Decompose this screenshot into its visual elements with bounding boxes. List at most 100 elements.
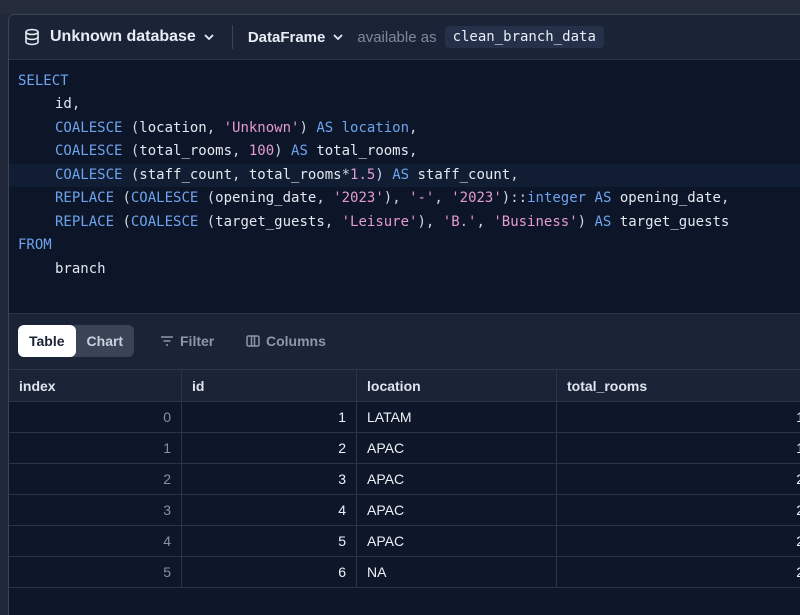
database-label: Unknown database — [50, 28, 196, 45]
cell-location: NA — [357, 557, 557, 587]
cell-header: Unknown database DataFrame available as … — [9, 15, 800, 60]
cell-total-rooms: 2 — [557, 557, 800, 587]
table-row: 1 2 APAC 1 — [9, 433, 800, 464]
cell-id: 3 — [182, 464, 357, 494]
columns-icon — [245, 333, 261, 349]
code-token: ), — [383, 190, 410, 206]
code-token: ( — [114, 214, 131, 230]
code-token: ) — [299, 120, 317, 136]
code-token: , — [434, 190, 452, 206]
code-token: REPLACE — [55, 190, 115, 206]
cell-location: APAC — [357, 526, 557, 556]
cell-id: 5 — [182, 526, 357, 556]
code-token: ) — [274, 143, 292, 159]
code-token: total_rooms — [139, 143, 233, 159]
code-token: COALESCE — [55, 143, 123, 159]
code-token: , — [720, 190, 730, 206]
table-row: 2 3 APAC 2 — [9, 464, 800, 495]
code-token: ( — [198, 190, 216, 206]
database-icon — [23, 28, 41, 46]
cell-total-rooms-value: 2 — [796, 533, 800, 549]
code-token: 100 — [248, 143, 275, 159]
code-token: integer — [527, 190, 587, 206]
code-token: AS — [594, 214, 612, 230]
code-line: id, — [9, 93, 800, 116]
cell-total-rooms-value: 2 — [796, 471, 800, 487]
code-token: , — [232, 143, 249, 159]
output-type-select[interactable]: DataFrame — [248, 29, 346, 46]
code-line: COALESCE (staff_count, total_rooms*1.5) … — [9, 164, 800, 187]
filter-icon — [159, 333, 175, 349]
code-token: FROM — [18, 237, 52, 253]
tab-table[interactable]: Table — [18, 325, 76, 357]
code-token: ( — [122, 120, 140, 136]
column-header-id[interactable]: id — [182, 370, 357, 401]
table-row: 4 5 APAC 2 — [9, 526, 800, 557]
cell-index: 0 — [9, 402, 182, 432]
code-token: ( — [122, 167, 140, 183]
code-token: , — [316, 190, 334, 206]
results-table: index id location total_rooms 0 1 LATAM … — [9, 370, 800, 588]
table-header-row: index id location total_rooms — [9, 370, 800, 402]
cell-total-rooms-value: 2 — [796, 502, 800, 518]
code-token: , — [409, 143, 418, 159]
cell-total-rooms: 1 — [557, 402, 800, 432]
column-header-total-rooms[interactable]: total_rooms — [557, 370, 800, 401]
cell-location: APAC — [357, 495, 557, 525]
output-type-label: DataFrame — [247, 28, 326, 46]
filter-button[interactable]: Filter — [159, 325, 214, 357]
filter-label: Filter — [180, 333, 215, 349]
view-toggle: Table Chart — [18, 325, 135, 357]
code-token: location — [139, 120, 207, 136]
code-token: * — [341, 167, 351, 183]
cell-index: 4 — [9, 526, 182, 556]
available-as-text: available as — [357, 28, 437, 46]
code-token: 'Unknown' — [223, 120, 300, 136]
column-header-index[interactable]: index — [9, 370, 182, 401]
code-token: ( — [198, 214, 216, 230]
code-token: target_guests — [215, 214, 325, 230]
top-strip — [0, 0, 800, 14]
code-token: COALESCE — [55, 167, 123, 183]
code-token: opening_date — [611, 190, 721, 206]
code-token: 'B.' — [442, 214, 477, 230]
cell-index: 2 — [9, 464, 182, 494]
code-token: staff_count — [139, 167, 233, 183]
tab-chart[interactable]: Chart — [76, 325, 135, 357]
code-token: , — [71, 96, 81, 112]
code-token: 'Leisure' — [341, 214, 418, 230]
cell-location: APAC — [357, 464, 557, 494]
code-token: COALESCE — [130, 190, 199, 206]
code-editor[interactable]: SELECT id, COALESCE (location, 'Unknown'… — [9, 60, 800, 314]
code-token: ( — [122, 143, 140, 159]
cell-location: LATAM — [357, 402, 557, 432]
code-token: total_rooms — [307, 143, 410, 159]
variable-name-input[interactable]: clean_branch_data — [444, 26, 604, 48]
database-select[interactable]: Unknown database — [23, 28, 216, 46]
cell-id: 1 — [182, 402, 357, 432]
code-token: 1.5 — [350, 167, 376, 183]
code-token: , — [324, 214, 342, 230]
chevron-down-icon — [202, 30, 216, 44]
columns-button[interactable]: Columns — [245, 325, 326, 357]
code-line: REPLACE (COALESCE (opening_date, '2023')… — [9, 187, 800, 210]
code-token: SELECT — [18, 73, 69, 89]
code-line: FROM — [9, 234, 800, 257]
code-token: , — [409, 120, 418, 136]
cell-total-rooms: 2 — [557, 526, 800, 556]
code-token: , — [510, 167, 519, 183]
column-header-location[interactable]: location — [357, 370, 557, 401]
code-token: location — [333, 120, 410, 136]
code-token: target_guests — [611, 214, 730, 230]
results-toolbar: Table Chart Filter Columns — [9, 314, 800, 370]
code-token: '2023' — [333, 190, 384, 206]
code-line: branch — [9, 258, 800, 281]
code-token: REPLACE — [55, 214, 115, 230]
code-token: AS — [594, 190, 612, 206]
code-token: opening_date — [215, 190, 317, 206]
code-token: 'Business' — [493, 214, 578, 230]
code-token: '2023' — [451, 190, 502, 206]
code-token: '-' — [409, 190, 435, 206]
code-token: AS — [392, 167, 410, 183]
